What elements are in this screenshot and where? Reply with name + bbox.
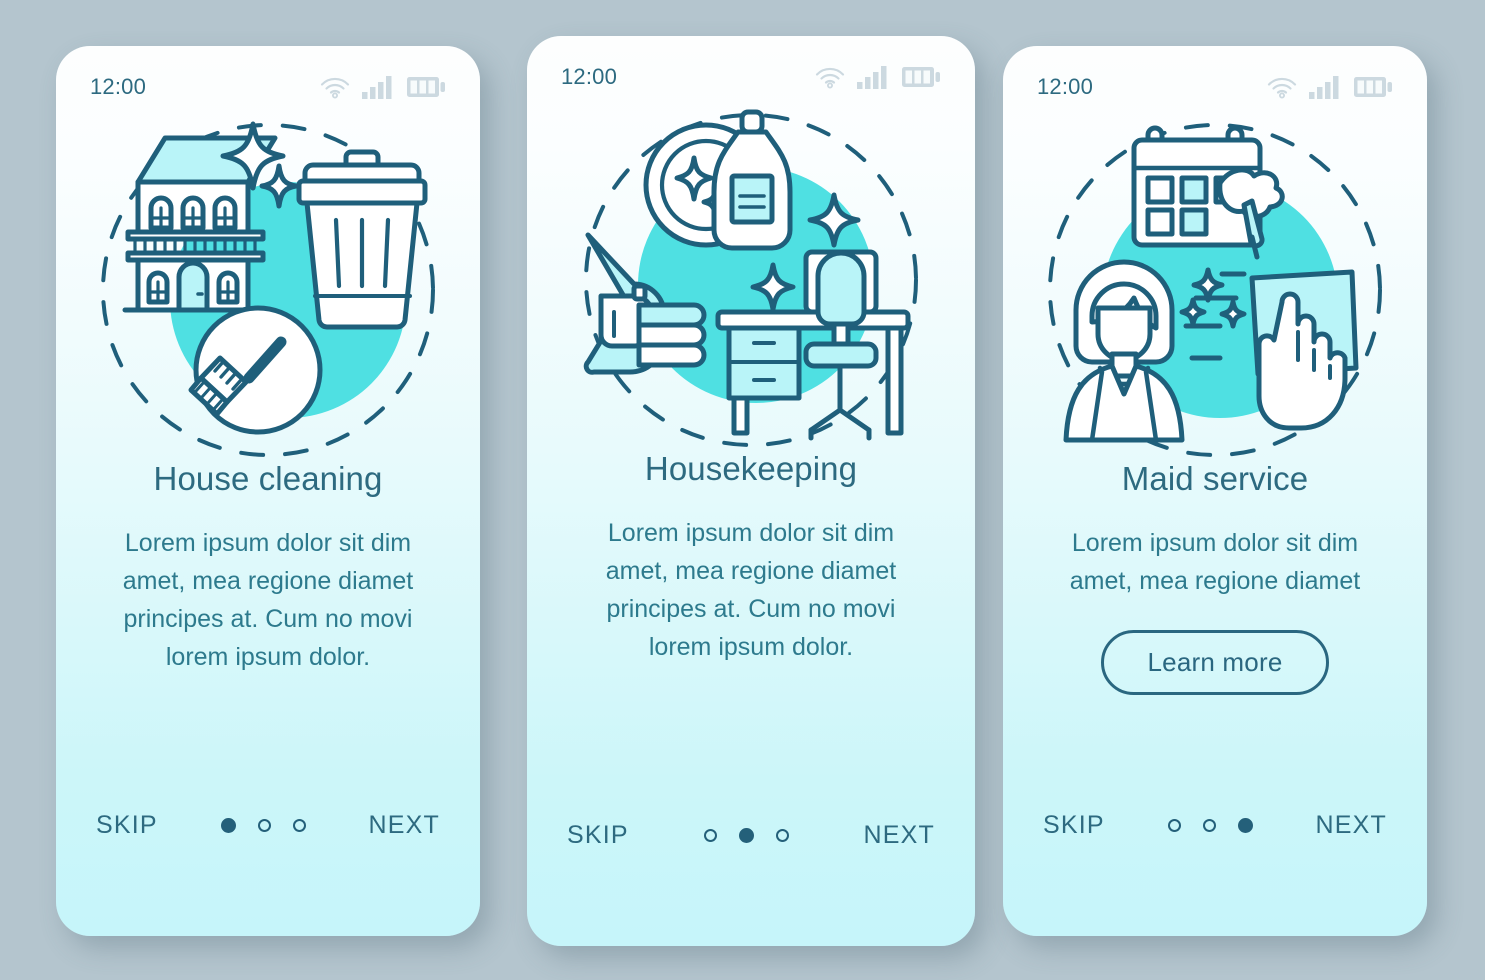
cellular-signal-icon [1309,76,1339,99]
page-title: House cleaning [153,460,383,497]
pagination-dots [703,828,789,843]
screen-copy: House cleaning Lorem ipsum dolor sit dim… [56,460,480,811]
onboarding-footer: SKIP NEXT [56,811,480,936]
next-button[interactable]: NEXT [369,811,440,840]
battery-icon [902,67,940,87]
onboarding-footer: SKIP NEXT [527,821,975,946]
page-description: Lorem ipsum dolor sit dim amet, mea regi… [605,519,897,661]
cellular-signal-icon [362,76,392,99]
housekeeping-illustration [527,90,975,450]
status-icons [320,75,446,99]
status-time: 12:00 [90,74,147,99]
status-bar: 12:00 [527,36,975,90]
onboarding-screens: 12:00 House cleaning Lorem ipsum dolor s… [0,0,1485,980]
battery-icon [407,77,445,97]
pagination-dots [1167,818,1253,833]
status-time: 12:00 [561,64,618,89]
screen-copy: Maid service Lorem ipsum dolor sit dim a… [1003,460,1427,811]
pagination-dot-2[interactable] [738,828,754,843]
next-button[interactable]: NEXT [864,821,935,850]
page-title: Maid service [1121,460,1309,497]
onboarding-screen-house-cleaning: 12:00 House cleaning Lorem ipsum dolor s… [56,46,480,936]
skip-button[interactable]: SKIP [96,811,158,840]
page-title: Housekeeping [644,450,858,487]
wifi-icon [1267,77,1297,99]
pagination-dot-3[interactable] [1237,818,1253,833]
status-bar: 12:00 [56,46,480,100]
pagination-dot-1[interactable] [220,818,236,833]
pagination-dot-3[interactable] [775,829,789,842]
status-icons [1267,75,1393,99]
maid-service-illustration [1003,100,1427,460]
status-bar: 12:00 [1003,46,1427,100]
wifi-icon [815,67,845,89]
office-chair-icon [803,249,879,441]
status-time: 12:00 [1037,74,1094,99]
broom-badge-icon [188,305,323,435]
page-description: Lorem ipsum dolor sit dim amet, mea regi… [1069,529,1361,595]
battery-icon [1354,77,1392,97]
trash-bin-icon [296,149,428,330]
next-button[interactable]: NEXT [1316,811,1387,840]
folded-towels-icon [636,302,707,368]
onboarding-screen-housekeeping: 12:00 Housekeeping Lorem ipsum dolor sit… [527,36,975,946]
skip-button[interactable]: SKIP [567,821,629,850]
status-icons [815,65,941,89]
screen-copy: Housekeeping Lorem ipsum dolor sit dim a… [527,450,975,821]
cellular-signal-icon [857,66,887,89]
pagination-dot-2[interactable] [1202,819,1216,832]
skip-button[interactable]: SKIP [1043,811,1105,840]
maid-woman-icon [1063,259,1185,443]
pagination-dots [220,818,306,833]
pagination-dot-3[interactable] [292,819,306,832]
page-description: Lorem ipsum dolor sit dim amet, mea regi… [122,529,414,671]
house-cleaning-illustration [56,100,480,460]
onboarding-footer: SKIP NEXT [1003,811,1427,936]
pagination-dot-1[interactable] [1167,819,1181,832]
pagination-dot-2[interactable] [257,819,271,832]
learn-more-button[interactable]: Learn more [1100,630,1330,695]
pagination-dot-1[interactable] [703,829,717,842]
onboarding-screen-maid-service: 12:00 Maid service Lorem ipsum dolor sit… [1003,46,1427,936]
wifi-icon [320,77,350,99]
